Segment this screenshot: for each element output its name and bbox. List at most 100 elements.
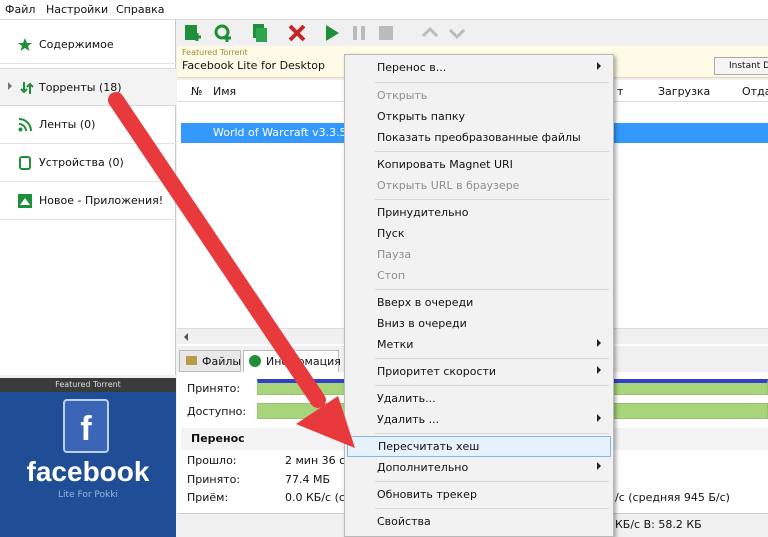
menu-separator xyxy=(375,151,609,152)
star-icon xyxy=(18,38,32,51)
menu-item-label: Показать преобразованные файлы xyxy=(377,131,581,144)
toolbar xyxy=(177,20,768,46)
submenu-arrow-icon xyxy=(597,62,601,70)
queue-up-icon[interactable] xyxy=(420,23,440,43)
menu-item-label: Метки xyxy=(377,338,414,351)
column-name[interactable]: Имя xyxy=(213,85,236,98)
menu-item-label: Стоп xyxy=(377,269,406,282)
add-link-icon[interactable] xyxy=(213,23,233,43)
ad-brand: facebook xyxy=(26,456,150,487)
svg-text:f: f xyxy=(80,410,92,448)
menu-help[interactable]: Справка xyxy=(116,3,164,16)
menu-item-recheck-hash[interactable]: Пересчитать хеш xyxy=(347,436,611,457)
downloaded-label: Принято: xyxy=(187,473,241,486)
create-torrent-icon[interactable] xyxy=(249,23,269,43)
menu-item-start[interactable]: Пуск xyxy=(347,224,611,245)
sidebar-item-feeds[interactable]: Ленты (0) xyxy=(0,106,176,144)
menu-item-label: Принудительно xyxy=(377,206,469,219)
menu-item-label: Удалить ... xyxy=(377,413,440,426)
start-icon[interactable] xyxy=(322,23,342,43)
menu-item-label: Обновить трекер xyxy=(377,488,477,501)
sidebar-item-torrents[interactable]: Торренты (18) xyxy=(0,68,176,106)
status-text: КБ/с В: 58.2 КБ xyxy=(615,518,702,531)
sidebar-item-apps[interactable]: Новое - Приложения! xyxy=(0,182,176,220)
available-label: Доступно: xyxy=(187,405,247,418)
menu-item-open-folder[interactable]: Открыть папку xyxy=(347,107,611,128)
menu-item-queue-down[interactable]: Вниз в очереди xyxy=(347,314,611,335)
menu-item-properties[interactable]: Свойства xyxy=(347,512,611,533)
folder-icon xyxy=(186,356,197,365)
downloaded-value: 77.4 МБ xyxy=(285,473,331,486)
sidebar-item-label: Торренты (18) xyxy=(39,81,122,94)
menu-item-show-converted[interactable]: Показать преобразованные файлы xyxy=(347,128,611,149)
menu-item-open-url[interactable]: Открыть URL в браузере xyxy=(347,176,611,197)
menu-settings[interactable]: Настройки xyxy=(46,3,108,16)
menu-item-label: Открыть URL в браузере xyxy=(377,179,520,192)
menu-item-speed-priority[interactable]: Приоритет скорости xyxy=(347,362,611,383)
menu-separator xyxy=(375,82,609,83)
menu-item-pause[interactable]: Пауза xyxy=(347,245,611,266)
menu-item-remove[interactable]: Удалить... xyxy=(347,389,611,410)
menu-item-open[interactable]: Открыть xyxy=(347,86,611,107)
menu-item-label: Свойства xyxy=(377,515,431,528)
menu-separator xyxy=(375,385,609,386)
menu-file[interactable]: Файл xyxy=(5,3,35,16)
menu-item-label: Вниз в очереди xyxy=(377,317,467,330)
received-label: Принято: xyxy=(187,382,241,395)
featured-title[interactable]: Facebook Lite for Desktop xyxy=(182,59,325,72)
menu-item-label: Открыть xyxy=(377,89,428,102)
menu-item-label: Копировать Magnet URI xyxy=(377,158,513,171)
menu-separator xyxy=(375,481,609,482)
menu-bar: Файл Настройки Справка xyxy=(0,0,768,20)
expand-icon[interactable] xyxy=(8,82,12,90)
tab-label: Файлы xyxy=(202,355,242,368)
elapsed-label: Прошло: xyxy=(187,454,237,467)
menu-item-label: Перенос в... xyxy=(377,61,447,74)
menu-item-force-start[interactable]: Принудительно xyxy=(347,203,611,224)
menu-item-remove-and[interactable]: Удалить ... xyxy=(347,410,611,431)
column-download[interactable]: Загрузка xyxy=(658,85,710,98)
devices-icon xyxy=(19,156,31,170)
menu-item-queue-up[interactable]: Вверх в очереди xyxy=(347,293,611,314)
featured-label: Featured Torrent xyxy=(182,48,248,57)
sidebar-item-content[interactable]: Содержимое xyxy=(0,26,176,64)
menu-item-copy-magnet[interactable]: Копировать Magnet URI xyxy=(347,155,611,176)
submenu-arrow-icon xyxy=(597,414,601,422)
featured-ad[interactable]: Featured Torrent f facebook Lite For Pok… xyxy=(0,378,176,537)
rss-icon xyxy=(18,118,32,132)
sidebar-item-devices[interactable]: Устройства (0) xyxy=(0,144,176,182)
add-torrent-icon[interactable] xyxy=(183,23,203,43)
menu-item-advanced[interactable]: Дополнительно xyxy=(347,458,611,479)
menu-item-stop[interactable]: Стоп xyxy=(347,266,611,287)
column-upload[interactable]: Отда xyxy=(742,85,768,98)
queue-down-icon[interactable] xyxy=(447,23,467,43)
column-status[interactable]: т xyxy=(617,85,623,98)
menu-separator xyxy=(375,289,609,290)
tab-info[interactable]: Информация xyxy=(243,350,341,372)
context-menu: Перенос в... Открыть Открыть папку Показ… xyxy=(344,54,614,537)
menu-item-label: Приоритет скорости xyxy=(377,365,497,378)
menu-separator xyxy=(375,358,609,359)
pause-icon[interactable] xyxy=(349,23,369,43)
ad-subtitle: Lite For Pokki xyxy=(58,490,118,500)
sidebar: Содержимое Торренты (18) Ленты (0) Устро… xyxy=(0,20,176,375)
stop-icon[interactable] xyxy=(376,23,396,43)
submenu-arrow-icon xyxy=(597,462,601,470)
torrent-name: World of Warcraft v3.3.5 xyxy=(213,126,347,139)
scroll-left-icon[interactable] xyxy=(184,333,188,341)
menu-item-label: Удалить... xyxy=(377,392,436,405)
menu-item-labels[interactable]: Метки xyxy=(347,335,611,356)
column-number[interactable]: № xyxy=(191,85,202,98)
remove-icon[interactable] xyxy=(287,23,307,43)
sidebar-item-label: Ленты (0) xyxy=(39,118,96,131)
instant-download-button[interactable]: Instant D xyxy=(714,57,768,75)
ad-header: Featured Torrent xyxy=(0,378,176,392)
tab-files[interactable]: Файлы xyxy=(179,350,241,372)
menu-separator xyxy=(375,433,609,434)
menu-item-update-tracker[interactable]: Обновить трекер xyxy=(347,485,611,506)
torrents-icon xyxy=(20,82,34,94)
menu-item-label: Вверх в очереди xyxy=(377,296,474,309)
download-speed-value: 0.0 КБ/с (ср xyxy=(285,491,352,504)
elapsed-value: 2 мин 36 с xyxy=(285,454,346,467)
menu-item-move-to[interactable]: Перенос в... xyxy=(347,58,611,79)
